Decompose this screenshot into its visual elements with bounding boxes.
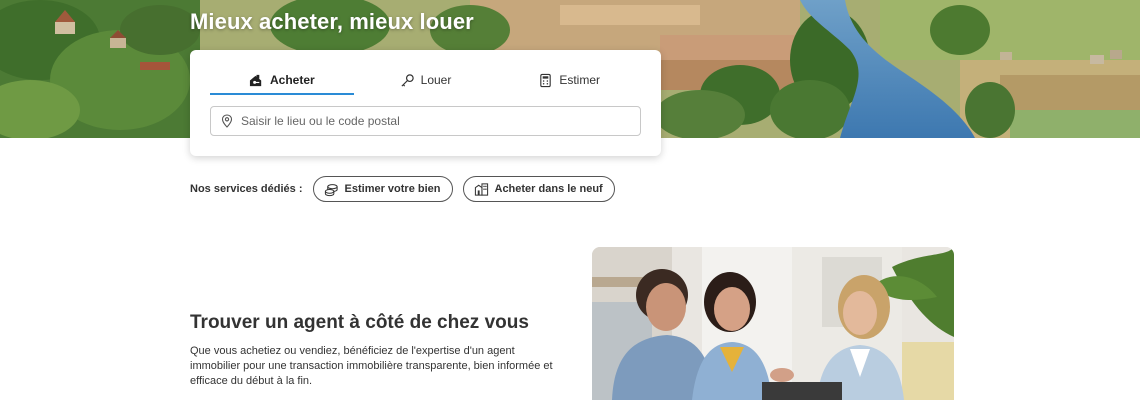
tab-estimer-label: Estimer xyxy=(559,73,601,87)
tab-acheter[interactable]: Acheter xyxy=(210,66,354,95)
coins-icon xyxy=(324,183,338,196)
tab-acheter-label: Acheter xyxy=(269,73,315,87)
estimer-votre-bien-label: Estimer votre bien xyxy=(344,183,441,195)
tab-estimer[interactable]: Estimer xyxy=(497,66,641,94)
location-pin-icon xyxy=(221,114,233,128)
agent-meeting-image xyxy=(592,247,954,400)
agent-photo xyxy=(592,247,954,400)
hero-title: Mieux acheter, mieux louer xyxy=(190,9,474,34)
services-bar: Nos services dédiés : Estimer votre bien… xyxy=(190,176,615,202)
services-label: Nos services dédiés : xyxy=(190,183,303,195)
location-search-input[interactable] xyxy=(241,114,621,128)
house-key-icon xyxy=(249,74,262,86)
tab-louer[interactable]: Louer xyxy=(354,66,498,94)
calculator-icon xyxy=(540,73,552,87)
key-icon xyxy=(401,73,414,87)
search-card: Acheter Louer Estimer xyxy=(190,50,661,156)
estimer-votre-bien-button[interactable]: Estimer votre bien xyxy=(312,176,453,202)
location-search-field[interactable] xyxy=(210,106,641,136)
agent-section-title: Trouver un agent à côté de chez vous xyxy=(190,312,529,333)
search-tabs: Acheter Louer Estimer xyxy=(210,66,641,95)
tab-louer-label: Louer xyxy=(420,73,452,87)
acheter-dans-le-neuf-label: Acheter dans le neuf xyxy=(494,183,603,195)
acheter-dans-le-neuf-button[interactable]: Acheter dans le neuf xyxy=(462,176,615,202)
agent-section-text: Que vous achetiez ou vendiez, bénéficiez… xyxy=(190,345,553,387)
new-building-icon xyxy=(474,182,488,196)
